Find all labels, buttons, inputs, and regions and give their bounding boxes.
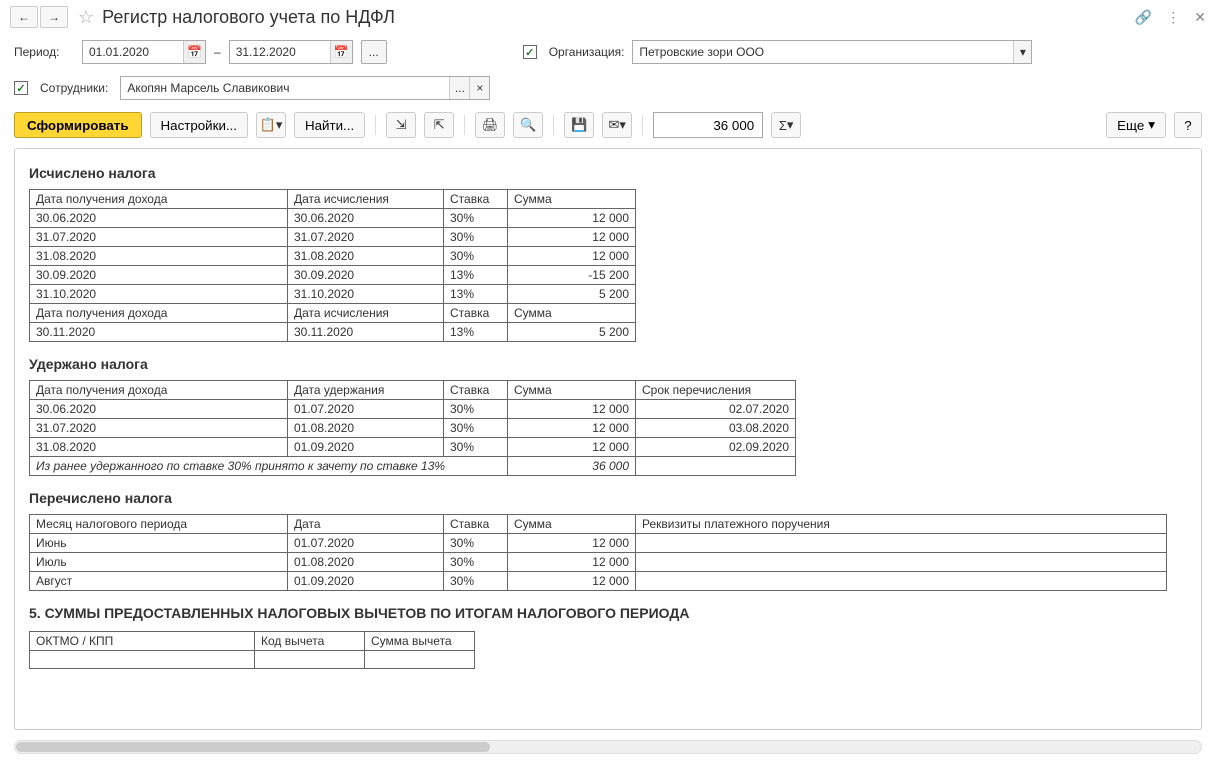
table-row: 31.07.202031.07.202030%12 000	[30, 228, 636, 247]
employees-label: Сотрудники:	[40, 81, 108, 95]
org-label: Организация:	[549, 45, 625, 59]
table-row: 31.07.202001.08.202030%12 00003.08.2020	[30, 419, 796, 438]
calendar-icon[interactable]: 📅	[330, 41, 352, 63]
employees-pick-button[interactable]: ...	[449, 77, 469, 99]
section-transferred: Перечислено налога	[29, 490, 1187, 506]
table-note-row: Из ранее удержанного по ставке 30% приня…	[30, 457, 796, 476]
section-deductions: 5. СУММЫ ПРЕДОСТАВЛЕННЫХ НАЛОГОВЫХ ВЫЧЕТ…	[29, 605, 1187, 621]
employees-input[interactable]: Акопян Марсель Славикович ... ×	[120, 76, 490, 100]
sigma-button[interactable]: Σ▾	[771, 112, 801, 138]
help-button[interactable]: ?	[1174, 112, 1202, 138]
link-icon[interactable]: 🔗	[1135, 9, 1152, 26]
chevron-down-icon[interactable]: ▾	[1013, 41, 1031, 63]
horizontal-scrollbar[interactable]	[0, 740, 1216, 760]
calendar-icon[interactable]: 📅	[183, 41, 205, 63]
sum-field[interactable]	[653, 112, 763, 138]
report-area: Исчислено налога Дата получения доходаДа…	[14, 148, 1202, 730]
withheld-table: Дата получения доходаДата удержанияСтавк…	[29, 380, 796, 476]
page-title: Регистр налогового учета по НДФЛ	[102, 7, 1135, 28]
employees-checkbox[interactable]	[14, 81, 28, 95]
deductions-table: ОКТМО / КППКод вычетаСумма вычета	[29, 631, 475, 669]
table-row: 30.11.202030.11.202013%5 200	[30, 323, 636, 342]
table-row: 30.09.202030.09.202013%-15 200	[30, 266, 636, 285]
email-icon[interactable]: ✉▾	[602, 112, 632, 138]
period-label: Период:	[14, 45, 74, 59]
preview-icon[interactable]: 🔍	[513, 112, 543, 138]
table-row: 31.08.202001.09.202030%12 00002.09.2020	[30, 438, 796, 457]
table-row: 31.10.202031.10.202013%5 200	[30, 285, 636, 304]
table-row: Август01.09.202030%12 000	[30, 572, 1167, 591]
table-row: 30.06.202030.06.202030%12 000	[30, 209, 636, 228]
table-row: Июнь01.07.202030%12 000	[30, 534, 1167, 553]
favorite-star-icon[interactable]: ☆	[78, 7, 94, 28]
period-dash: –	[214, 45, 221, 59]
close-icon[interactable]: ✕	[1194, 9, 1206, 26]
section-withheld: Удержано налога	[29, 356, 1187, 372]
transferred-table: Месяц налогового периодаДатаСтавкаСуммаР…	[29, 514, 1167, 591]
table-row: Июль01.08.202030%12 000	[30, 553, 1167, 572]
collapse-icon[interactable]: ⇱	[424, 112, 454, 138]
back-button[interactable]: ←	[10, 6, 38, 28]
employees-clear-button[interactable]: ×	[469, 77, 489, 99]
org-checkbox[interactable]	[523, 45, 537, 59]
generate-button[interactable]: Сформировать	[14, 112, 142, 138]
table-row: 31.08.202031.08.202030%12 000	[30, 247, 636, 266]
section-calculated: Исчислено налога	[29, 165, 1187, 181]
save-icon[interactable]: 💾	[564, 112, 594, 138]
expand-icon[interactable]: ⇲	[386, 112, 416, 138]
table-row: 30.06.202001.07.202030%12 00002.07.2020	[30, 400, 796, 419]
more-button[interactable]: Еще ▾	[1106, 112, 1166, 138]
table-row	[30, 651, 475, 669]
print-icon[interactable]: 🖨	[475, 112, 505, 138]
kebab-menu-icon[interactable]: ⋮	[1166, 9, 1180, 26]
forward-button[interactable]: →	[40, 6, 68, 28]
date-from-input[interactable]: 01.01.2020 📅	[82, 40, 206, 64]
calculated-table: Дата получения доходаДата исчисленияСтав…	[29, 189, 636, 342]
org-select[interactable]: Петровские зори ООО ▾	[632, 40, 1032, 64]
settings-button[interactable]: Настройки...	[150, 112, 248, 138]
date-to-input[interactable]: 31.12.2020 📅	[229, 40, 353, 64]
paste-icon[interactable]: 📋▾	[256, 112, 286, 138]
period-select-button[interactable]: ...	[361, 40, 387, 64]
find-button[interactable]: Найти...	[294, 112, 365, 138]
